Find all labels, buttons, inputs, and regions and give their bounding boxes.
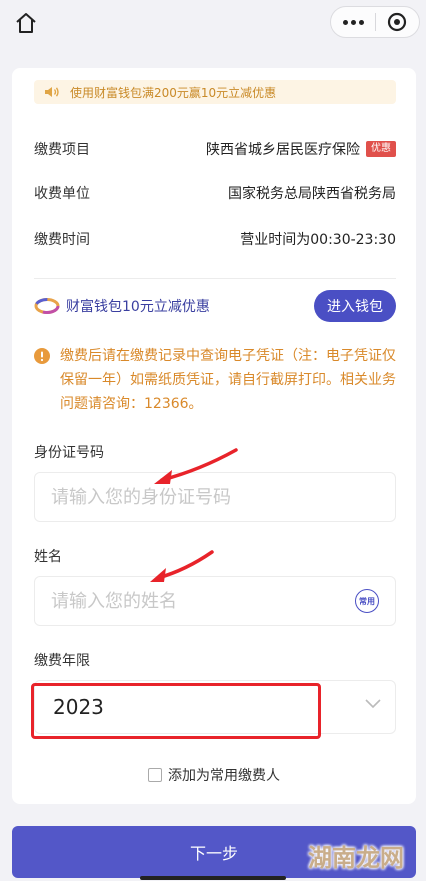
payment-tip: 缴费后请在缴费记录中查询电子凭证（注：电子凭证仅保留一年）如需纸质凭证，请自行截… bbox=[34, 344, 396, 416]
payment-year-value: 2023 bbox=[53, 695, 104, 719]
more-button[interactable] bbox=[331, 7, 375, 37]
payment-tip-text: 缴费后请在缴费记录中查询电子凭证（注：电子凭证仅保留一年）如需纸质凭证，请自行截… bbox=[60, 348, 396, 412]
name-label: 姓名 bbox=[34, 549, 62, 565]
payee-row: 收费单位 国家税务总局陕西省税务局 bbox=[34, 182, 396, 204]
target-close-icon bbox=[388, 12, 407, 32]
payee-label: 收费单位 bbox=[34, 186, 90, 202]
info-icon bbox=[34, 348, 50, 364]
wallet-promo-text: 财富钱包10元立减优惠 bbox=[66, 299, 210, 315]
add-common-payer-checkbox[interactable] bbox=[148, 768, 162, 782]
home-button[interactable] bbox=[10, 7, 42, 39]
chevron-down-icon bbox=[365, 699, 381, 709]
divider bbox=[34, 278, 396, 279]
name-field-box: 常用 bbox=[34, 576, 396, 626]
payment-item-label: 缴费项目 bbox=[34, 142, 90, 158]
payment-item-value: 陕西省城乡居民医疗保险 bbox=[206, 142, 360, 158]
payment-card: 使用财富钱包满200元赢10元立减优惠 缴费项目 陕西省城乡居民医疗保险 优惠 … bbox=[12, 68, 416, 804]
more-dots-icon bbox=[342, 19, 348, 25]
payment-item-row: 缴费项目 陕西省城乡居民医疗保险 优惠 bbox=[34, 138, 396, 160]
id-number-input[interactable] bbox=[51, 486, 379, 508]
home-icon bbox=[16, 13, 36, 33]
payment-time-row: 缴费时间 营业时间为00:30-23:30 bbox=[34, 228, 396, 250]
enter-wallet-button[interactable]: 进入钱包 bbox=[314, 290, 396, 322]
add-common-payer-label: 添加为常用缴费人 bbox=[168, 768, 280, 784]
common-payer-badge[interactable]: 常用 bbox=[355, 589, 379, 613]
mini-program-capsule bbox=[330, 6, 420, 38]
wallet-logo-icon bbox=[34, 297, 60, 315]
add-common-payer-row[interactable]: 添加为常用缴费人 bbox=[12, 764, 416, 786]
home-indicator bbox=[140, 876, 286, 880]
id-number-field-box bbox=[34, 472, 396, 522]
promo-notice[interactable]: 使用财富钱包满200元赢10元立减优惠 bbox=[34, 80, 396, 104]
next-step-button[interactable]: 下一步 bbox=[12, 826, 416, 878]
payment-time-label: 缴费时间 bbox=[34, 232, 90, 248]
payment-year-label: 缴费年限 bbox=[34, 653, 90, 669]
close-button[interactable] bbox=[376, 7, 419, 37]
discount-tag: 优惠 bbox=[366, 141, 396, 157]
name-input[interactable] bbox=[51, 590, 355, 612]
payment-time-value: 营业时间为00:30-23:30 bbox=[240, 232, 396, 248]
wallet-promo-row: 财富钱包10元立减优惠 进入钱包 bbox=[34, 290, 396, 322]
payee-value: 国家税务总局陕西省税务局 bbox=[228, 186, 396, 202]
top-bar bbox=[0, 0, 426, 46]
speaker-icon bbox=[44, 85, 60, 99]
payment-year-select[interactable]: 2023 bbox=[34, 680, 396, 734]
promo-notice-text: 使用财富钱包满200元赢10元立减优惠 bbox=[70, 85, 277, 100]
id-number-label: 身份证号码 bbox=[34, 445, 104, 461]
